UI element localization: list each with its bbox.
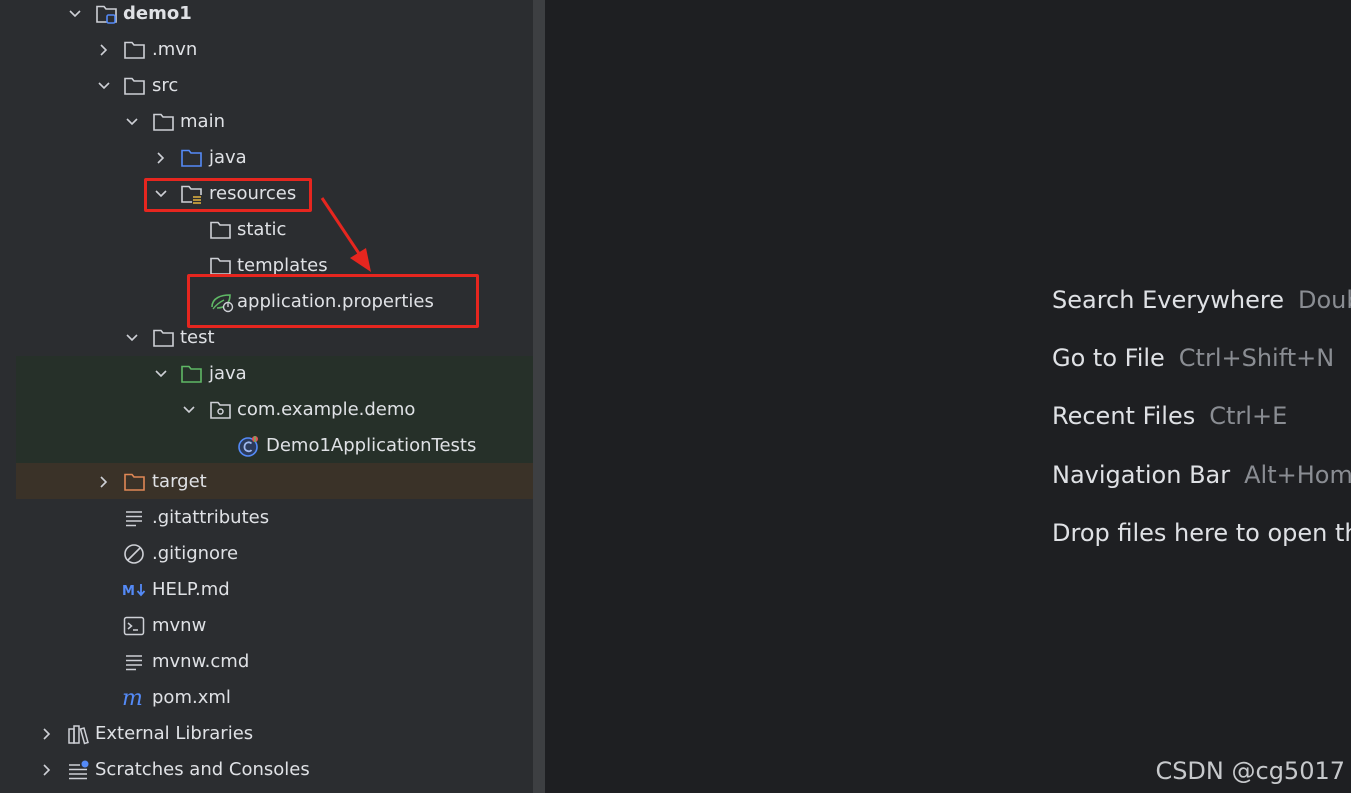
hint-action: Go to File	[1052, 344, 1165, 372]
hint-go-to-file: Go to File Ctrl+Shift+N	[1052, 344, 1334, 372]
hint-recent-files: Recent Files Ctrl+E	[1052, 402, 1287, 430]
hint-shortcut: Double Shift	[1298, 286, 1351, 314]
editor-empty-area[interactable]: Search Everywhere Double Shift Go to File…	[545, 0, 1351, 793]
hint-shortcut: Ctrl+Shift+N	[1178, 344, 1335, 372]
hint-drop-files: Drop files here to open them	[1052, 519, 1351, 547]
hint-action: Search Everywhere	[1052, 286, 1284, 314]
panel-splitter[interactable]	[533, 0, 545, 793]
annotation-arrow	[320, 197, 371, 272]
watermark: CSDN @cg5017	[1155, 757, 1345, 785]
hint-action: Navigation Bar	[1052, 461, 1231, 489]
hint-shortcut: Ctrl+E	[1209, 402, 1288, 430]
hint-search-everywhere: Search Everywhere Double Shift	[1052, 286, 1351, 314]
hint-action: Recent Files	[1052, 402, 1196, 430]
hint-navigation-bar: Navigation Bar Alt+Home	[1052, 461, 1351, 489]
hint-action: Drop files here to open them	[1052, 519, 1351, 547]
hint-shortcut: Alt+Home	[1244, 461, 1351, 489]
